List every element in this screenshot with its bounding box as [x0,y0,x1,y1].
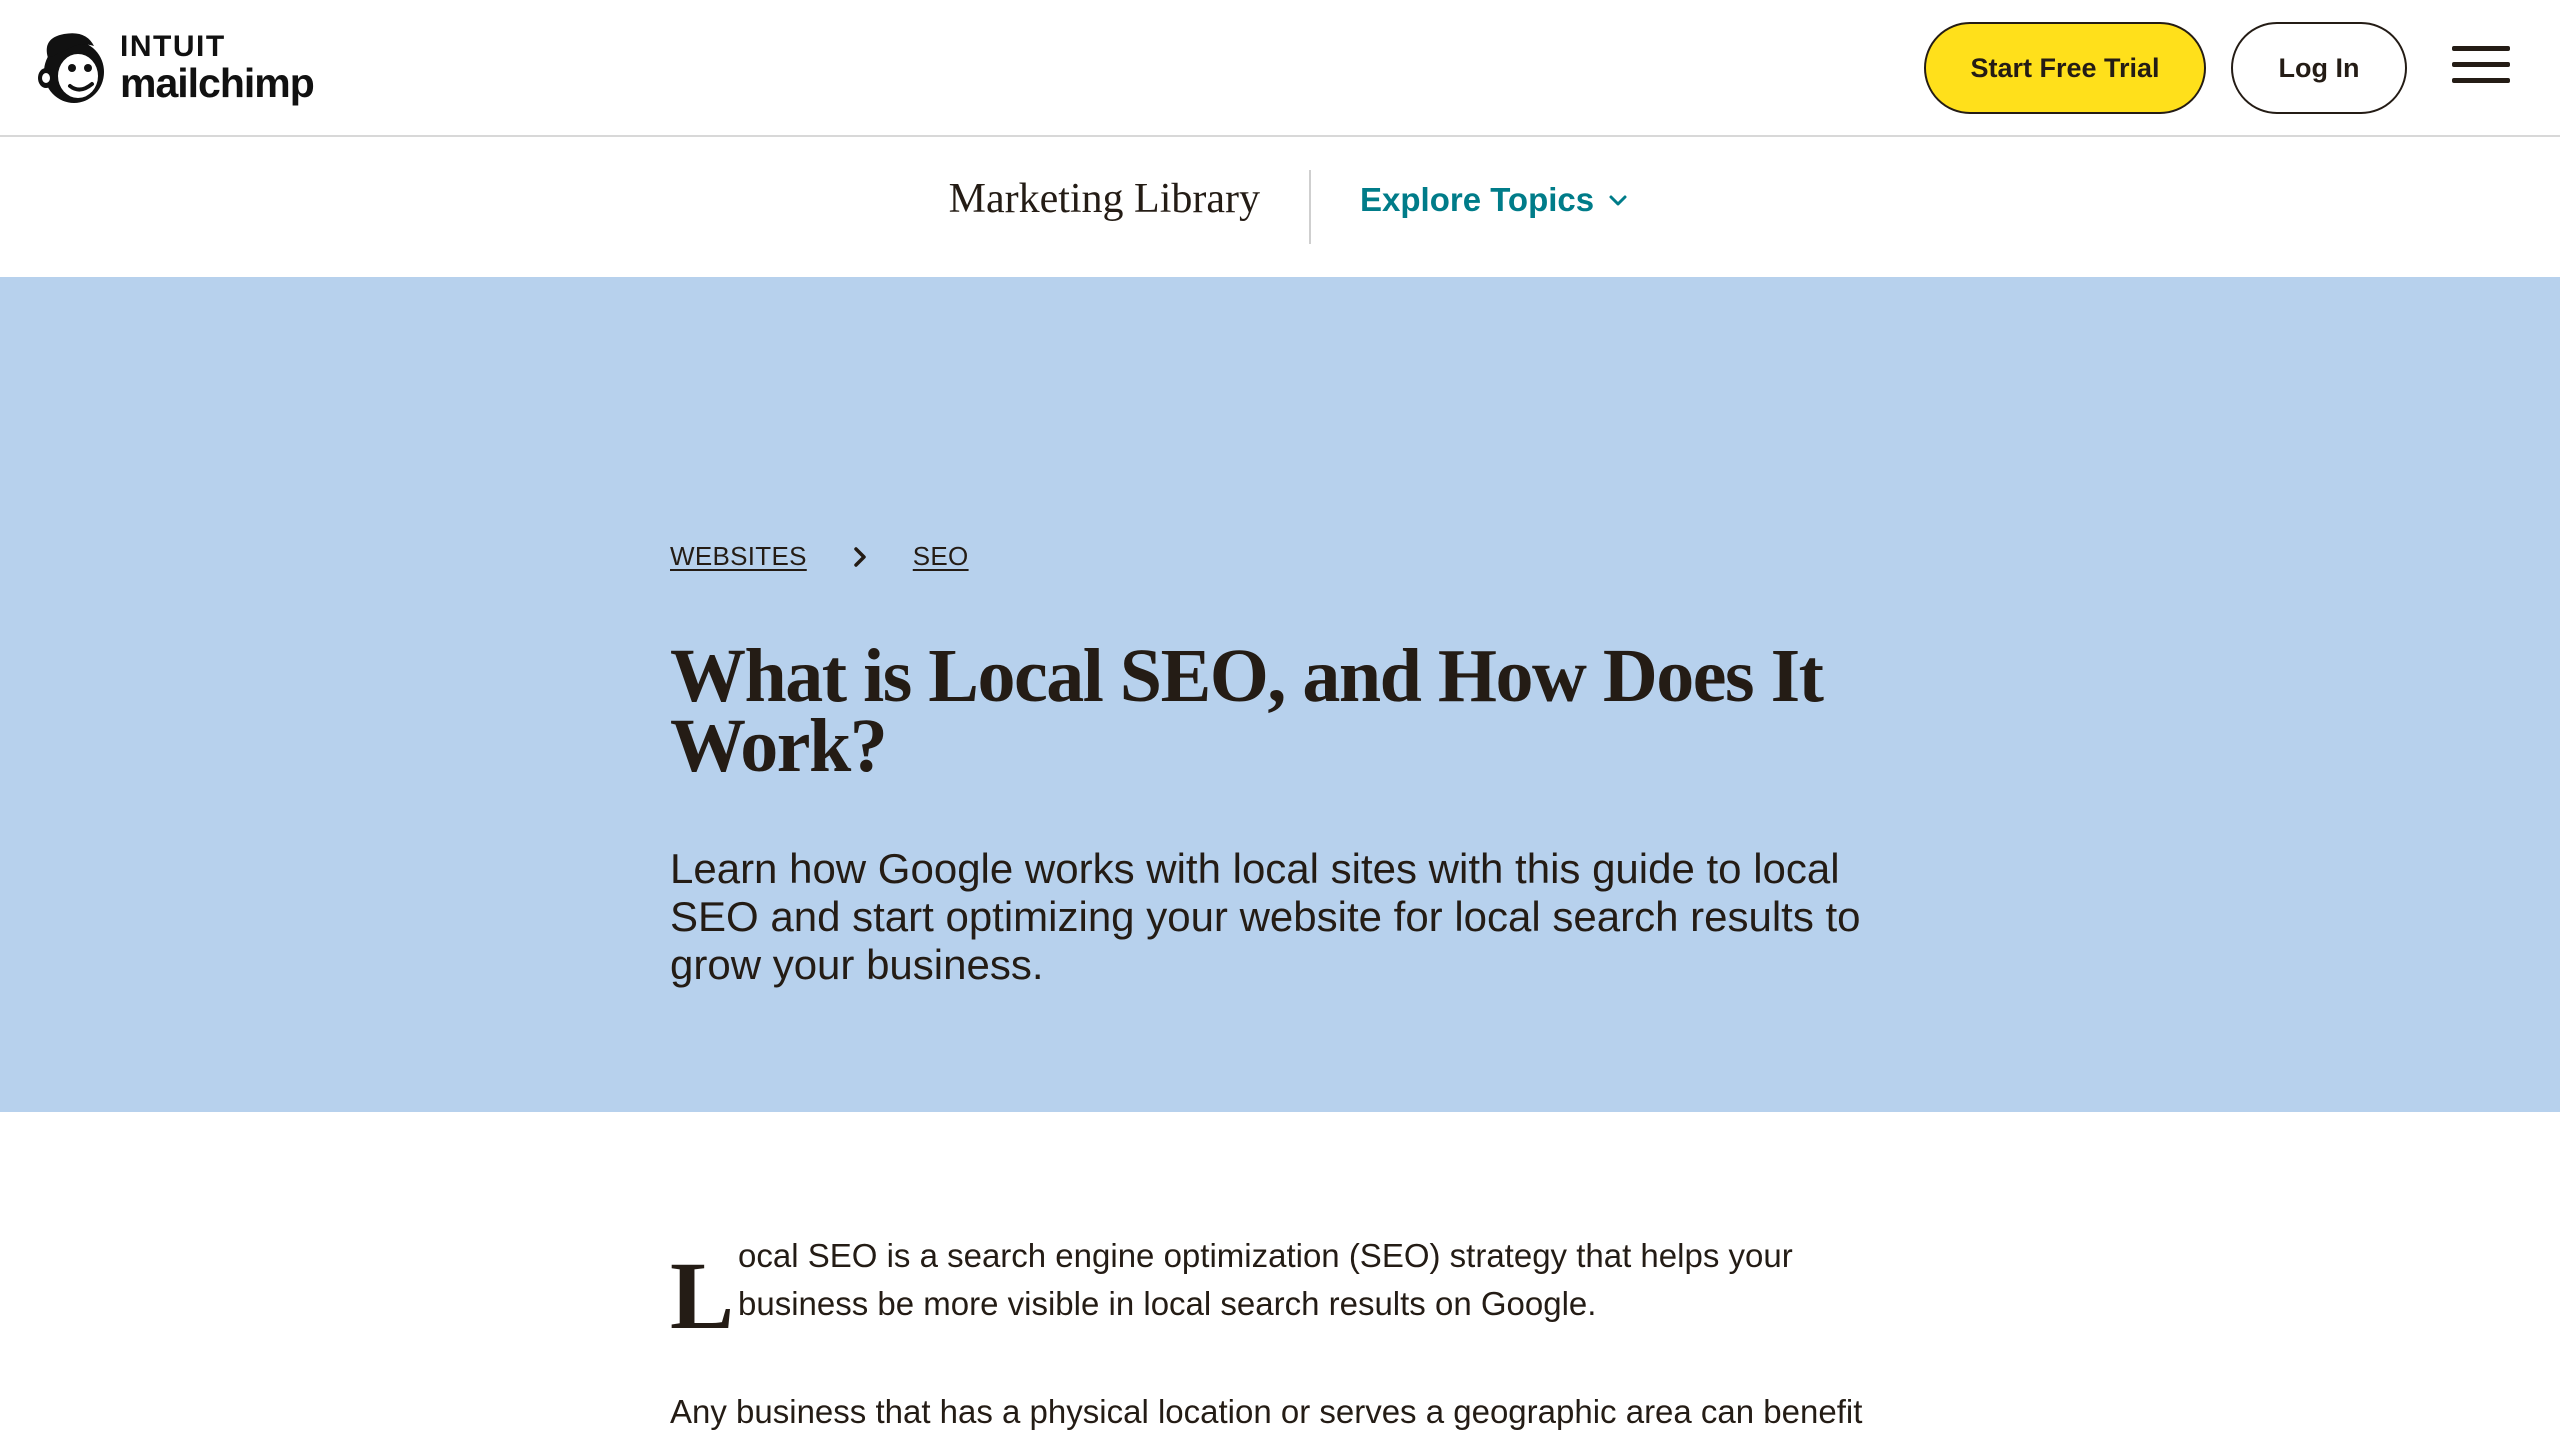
article-hero: WEBSITES SEO What is Local SEO, and How … [0,277,2560,1112]
intro-text: ocal SEO is a search engine optimization… [738,1237,1793,1322]
hamburger-menu-icon[interactable] [2452,42,2512,88]
article-title: What is Local SEO, and How Does It Work? [670,634,1824,788]
breadcrumb-seo[interactable]: SEO [913,541,969,572]
marketing-library-title[interactable]: Marketing Library [949,175,1260,223]
logo-mailchimp-text: mailchimp [120,60,315,106]
marketing-library-nav: Marketing Library Explore Topics [0,137,2560,277]
body-paragraph: Any business that has a physical locatio… [670,1393,1863,1430]
chevron-down-icon [1609,195,1627,206]
article-subtitle: Learn how Google works with local sites … [670,845,1861,988]
drop-cap: L [670,1242,735,1349]
explore-topics-dropdown[interactable]: Explore Topics [1360,181,1628,219]
log-in-button[interactable]: Log In [2231,22,2407,114]
breadcrumb: WEBSITES SEO [670,541,969,572]
explore-topics-label: Explore Topics [1360,181,1595,218]
start-free-trial-button[interactable]: Start Free Trial [1924,22,2206,114]
top-header: INTUIT mailchimp Start Free Trial Log In [0,0,2560,137]
breadcrumb-websites[interactable]: WEBSITES [670,541,807,572]
nav-divider [1309,170,1311,244]
chevron-right-icon [853,546,867,568]
mailchimp-logo-icon [38,33,104,103]
logo-intuit-text: INTUIT [120,30,226,63]
mailchimp-logo[interactable]: INTUIT mailchimp [34,28,315,108]
